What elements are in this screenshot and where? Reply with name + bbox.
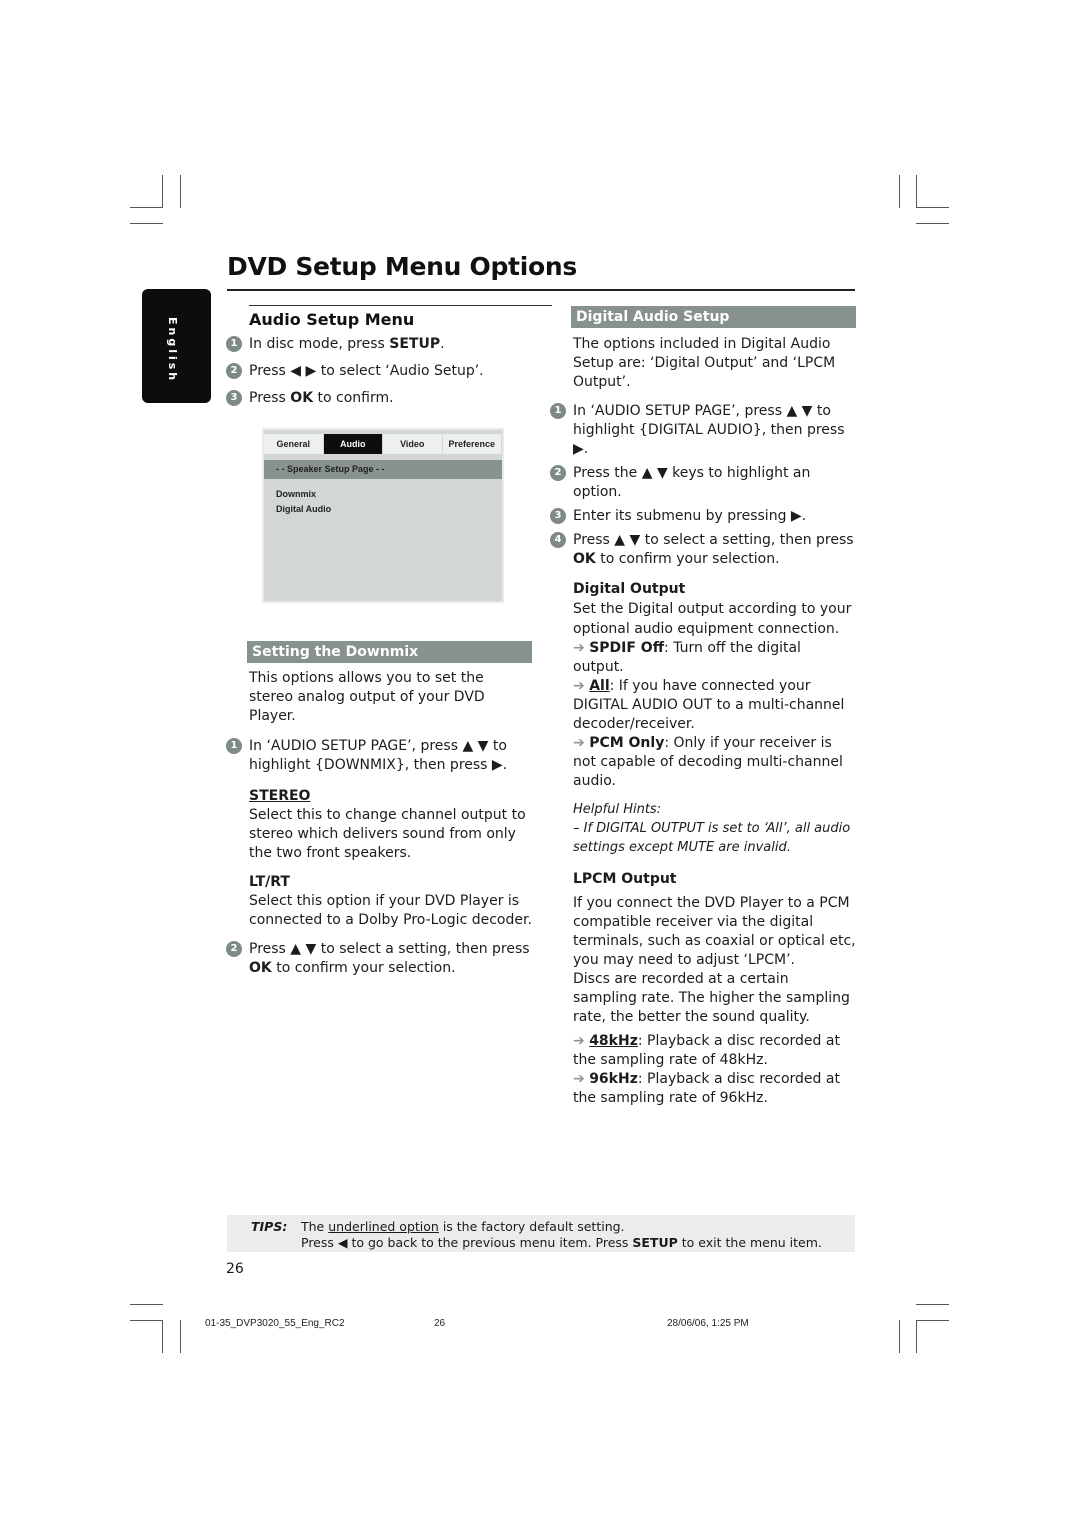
audio-setup-heading: Audio Setup Menu: [249, 310, 415, 329]
step-number-icon: 2: [226, 363, 242, 379]
option-48khz: ➔ 48kHz: Playback a disc recorded at the…: [573, 1033, 840, 1068]
crop-mark: [899, 1320, 900, 1353]
step-number-icon: 1: [550, 403, 566, 419]
step-number-icon: 2: [226, 941, 242, 957]
option-all: ➔ All: If you have connected your DIGITA…: [573, 678, 845, 732]
arrow-icon: ➔: [573, 1071, 585, 1087]
osd-tab-audio: Audio: [323, 434, 383, 454]
ltrt-heading: LT/RT: [249, 874, 290, 890]
step-item: 3 Enter its submenu by pressing ▶.: [550, 507, 856, 526]
osd-item-digital-audio: Digital Audio: [276, 504, 332, 514]
crop-mark: [130, 1320, 163, 1321]
page-title: DVD Setup Menu Options: [227, 252, 577, 281]
crop-mark: [162, 1320, 163, 1353]
crop-mark: [916, 1320, 949, 1321]
crop-mark: [916, 1304, 949, 1305]
step-item: 1 In ‘AUDIO SETUP PAGE’, press ▲ ▼ to hi…: [226, 737, 532, 775]
option-96khz: ➔ 96kHz: Playback a disc recorded at the…: [573, 1071, 840, 1106]
osd-tab-preference: Preference: [443, 434, 502, 454]
step-number-icon: 3: [550, 508, 566, 524]
stereo-heading: STEREO: [249, 788, 311, 804]
crop-mark: [916, 223, 949, 224]
left-column: Audio Setup Menu 1 In disc mode, press S…: [226, 305, 552, 986]
crop-mark: [180, 175, 181, 208]
tips-line-1: The underlined option is the factory def…: [301, 1219, 625, 1234]
language-tab: English: [142, 289, 211, 403]
step-item: 2 Press ▲ ▼ to select a setting, then pr…: [226, 940, 532, 978]
lpcm-heading: LPCM Output: [573, 871, 677, 887]
step-item: 3 Press OK to confirm.: [226, 389, 532, 408]
step-item: 1 In ‘AUDIO SETUP PAGE’, press ▲ ▼ to hi…: [550, 402, 856, 459]
page-number: 26: [226, 1261, 244, 1277]
language-label: English: [166, 317, 179, 384]
arrow-icon: ➔: [573, 678, 585, 694]
footer-page: 26: [434, 1318, 446, 1329]
helpful-hints-title: Helpful Hints:: [573, 802, 662, 817]
osd-tab-video: Video: [383, 434, 443, 454]
crop-mark: [180, 1320, 181, 1353]
downmix-section-bar: Setting the Downmix: [247, 641, 532, 663]
osd-screenshot: General Audio Video Preference - - Speak…: [262, 428, 504, 603]
step-number-icon: 1: [226, 738, 242, 754]
arrow-icon: ➔: [573, 640, 585, 656]
step-item: 2 Press the ▲ ▼ keys to highlight an opt…: [550, 464, 856, 502]
digital-audio-section-bar: Digital Audio Setup: [571, 306, 856, 328]
crop-mark: [130, 223, 163, 224]
arrow-icon: ➔: [573, 1033, 585, 1049]
tips-line-2: Press ◀ to go back to the previous menu …: [301, 1235, 822, 1250]
digital-output-text: Set the Digital output according to your…: [573, 601, 852, 637]
lpcm-text-2: Discs are recorded at a certain sampling…: [573, 971, 850, 1025]
footer-date: 28/06/06, 1:25 PM: [667, 1318, 749, 1329]
crop-mark: [916, 175, 917, 208]
section-divider: [249, 305, 552, 306]
crop-mark: [162, 175, 163, 208]
digital-output-heading: Digital Output: [573, 581, 686, 597]
step-item: 1 In disc mode, press SETUP.: [226, 335, 532, 354]
step-number-icon: 3: [226, 390, 242, 406]
osd-page-label: - - Speaker Setup Page - -: [264, 460, 502, 479]
crop-mark: [916, 207, 949, 208]
title-divider: [227, 289, 855, 291]
osd-tab-general: General: [264, 434, 324, 454]
crop-mark: [899, 175, 900, 208]
tips-label: TIPS:: [251, 1219, 288, 1234]
crop-mark: [130, 207, 163, 208]
arrow-icon: ➔: [573, 735, 585, 751]
osd-tab-bar: General Audio Video Preference: [264, 434, 502, 454]
option-spdif-off: ➔ SPDIF Off: Turn off the digital output…: [573, 640, 801, 675]
ltrt-text: Select this option if your DVD Player is…: [249, 893, 532, 928]
step-item: 4 Press ▲ ▼ to select a setting, then pr…: [550, 531, 856, 569]
stereo-text: Select this to change channel output to …: [249, 807, 526, 861]
right-column: Digital Audio Setup The options included…: [550, 306, 856, 1108]
step-number-icon: 4: [550, 532, 566, 548]
tips-box: TIPS: The underlined option is the facto…: [227, 1215, 855, 1252]
option-pcm-only: ➔ PCM Only: Only if your receiver is not…: [573, 735, 843, 789]
osd-item-downmix: Downmix: [276, 489, 317, 499]
lpcm-text: If you connect the DVD Player to a PCM c…: [573, 895, 856, 968]
step-number-icon: 2: [550, 465, 566, 481]
step-number-icon: 1: [226, 336, 242, 352]
downmix-intro: This options allows you to set the stere…: [249, 670, 485, 724]
step-item: 2 Press ◀ ▶ to select ‘Audio Setup’.: [226, 362, 532, 381]
helpful-hints-text: – If DIGITAL OUTPUT is set to ‘All’, all…: [573, 821, 851, 855]
crop-mark: [916, 1320, 917, 1353]
crop-mark: [130, 1304, 163, 1305]
footer-filename: 01-35_DVP3020_55_Eng_RC2: [205, 1318, 345, 1329]
digital-audio-intro: The options included in Digital Audio Se…: [573, 336, 836, 390]
